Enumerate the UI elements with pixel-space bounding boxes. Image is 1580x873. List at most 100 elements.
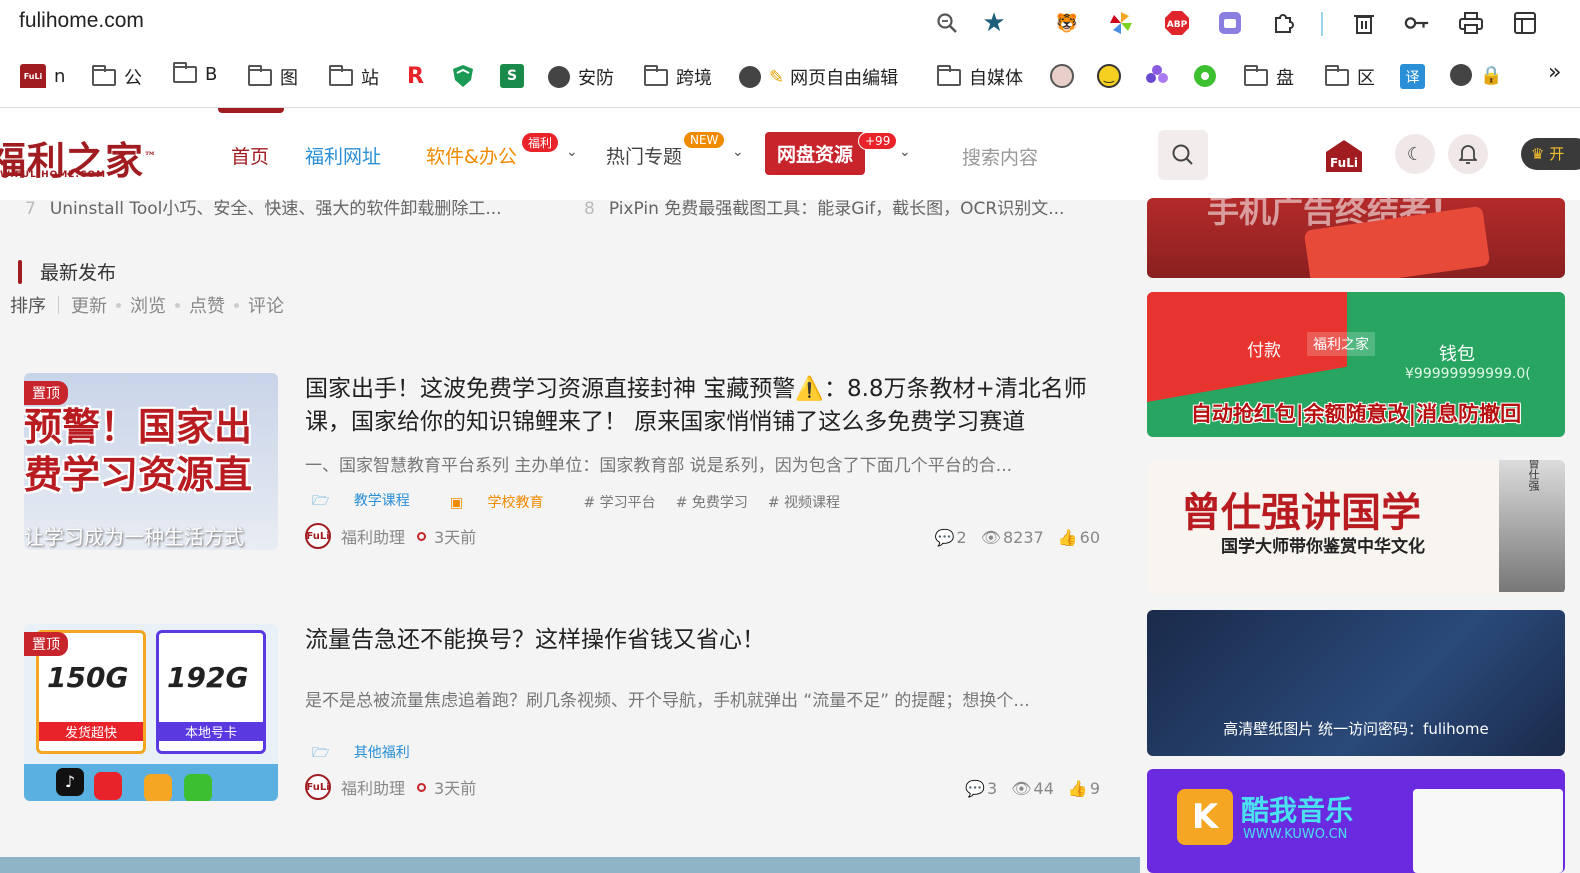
bookmark-folder-kuajing[interactable]: 跨境: [644, 64, 712, 90]
ad-banner-1[interactable]: 手机广告终结者!: [1147, 198, 1565, 278]
bookmarks-more-button[interactable]: »: [1548, 60, 1561, 85]
sort-updated[interactable]: 更新: [71, 292, 107, 318]
bookmark-label: 自媒体: [969, 68, 1023, 89]
layout-icon[interactable]: [1512, 10, 1538, 36]
post-thumbnail[interactable]: 预警！国家出 费学习资源直 让学习成为一种生活方式 置顶: [24, 373, 278, 550]
bookmark-smiley-icon[interactable]: ‿: [1097, 64, 1121, 88]
post-excerpt: 是不是总被流量焦虑追着跑？刷几条视频、开个导航，手机就弹出 “流量不足” 的提醒…: [305, 691, 1030, 711]
tag-item[interactable]: # 学习平台: [584, 492, 656, 512]
tag-item[interactable]: # 免费学习: [676, 492, 748, 512]
nav-topics[interactable]: 热门专题: [606, 142, 682, 169]
ad-url: WWW.KUWO.CN: [1243, 827, 1348, 842]
ad-banner-2[interactable]: 付款 福利之家 钱包 ¥99999999999.0( 自动抢红包|余额随意改|消…: [1147, 292, 1565, 437]
post-title[interactable]: 国家出手！这波免费学习资源直接封神 宝藏预警⚠️：8.8万条教材+清北名师课，国…: [305, 373, 1105, 439]
tiger-extension-icon[interactable]: 🐯: [1054, 10, 1080, 36]
nav-netdisk[interactable]: 网盘资源: [765, 132, 866, 175]
globe-icon: [739, 66, 761, 88]
thumb-app-strip: ♪: [24, 764, 278, 801]
comment-icon: 💬: [965, 779, 986, 798]
thumbs-up-icon[interactable]: 👍: [1058, 528, 1078, 547]
pin-badge: 置顶: [24, 632, 68, 656]
sort-views[interactable]: 浏览: [130, 292, 166, 318]
post-excerpt: 一、国家智慧教育平台系列 主办单位：国家教育部 说是系列，因为包含了下面几个平台…: [305, 456, 1013, 476]
tag-item[interactable]: # 视频课程: [768, 492, 840, 512]
netdisk-badge: +99: [858, 132, 898, 150]
bookmark-r-icon[interactable]: R: [407, 64, 424, 89]
bookmark-translate-icon[interactable]: 译: [1400, 64, 1425, 89]
tag-category[interactable]: 🗁 其他福利: [312, 742, 430, 766]
nav-home[interactable]: 首页: [231, 142, 269, 169]
ad-caption: 高清壁纸图片 统一访问密码：fulihome: [1223, 720, 1489, 738]
bookmark-flower-icon[interactable]: [1193, 64, 1217, 88]
pencil-icon: ✎: [769, 66, 785, 88]
bookmark-avatar-icon[interactable]: [1050, 64, 1074, 88]
dark-mode-moon-icon[interactable]: ☾: [1395, 134, 1435, 174]
ad-banner-3[interactable]: 曾仕强讲国学 国学大师带你鉴赏中华文化 曾仕强: [1147, 460, 1565, 594]
chevron-down-icon[interactable]: ⌄: [566, 144, 578, 160]
globe-icon: [548, 66, 570, 88]
address-bar[interactable]: fulihome.com: [19, 9, 144, 33]
bookmark-folder-b[interactable]: B: [173, 62, 217, 85]
nav-fuli-urls[interactable]: 福利网址: [305, 142, 381, 169]
bookmark-globe-lock[interactable]: 🔒: [1450, 64, 1502, 86]
prev-list-item[interactable]: 7 Uninstall Tool小巧、安全、快速、强大的软件卸载删除工...: [25, 194, 502, 219]
post-thumbnail[interactable]: 150G 发货超快 192G 本地号卡 ♪ 置顶: [24, 624, 278, 801]
bookmark-folder-qu[interactable]: 区: [1325, 64, 1375, 90]
notification-bell-icon[interactable]: [1448, 134, 1488, 174]
print-icon[interactable]: [1458, 10, 1484, 36]
ad-pay-label: 付款: [1247, 341, 1281, 361]
bookmark-star-icon[interactable]: ★: [981, 8, 1007, 38]
sort-comments[interactable]: 评论: [248, 292, 284, 318]
author-avatar[interactable]: FuLi: [305, 523, 331, 549]
author-avatar[interactable]: FuLi: [305, 774, 331, 800]
bookmark-s-icon[interactable]: S: [500, 64, 524, 88]
bookmark-label: 盘: [1276, 68, 1294, 89]
user-avatar[interactable]: FuLi: [1324, 138, 1364, 174]
app-icon: [184, 774, 212, 801]
author-name[interactable]: 福利助理: [341, 524, 405, 548]
bookmark-web-editor[interactable]: ✎ 网页自由编辑: [739, 64, 898, 90]
ad-name: 曾仕强: [1527, 460, 1540, 491]
author-name[interactable]: 福利助理: [341, 775, 405, 799]
vip-button[interactable]: ♛ 开: [1521, 138, 1580, 170]
bookmark-fulihome[interactable]: FuLi n: [20, 64, 65, 88]
bookmark-folder-zimeiti[interactable]: 自媒体: [937, 64, 1023, 90]
ad-banner-4[interactable]: 高清壁纸图片 统一访问密码：fulihome: [1147, 610, 1565, 756]
adblock-icon[interactable]: ABP: [1164, 10, 1190, 36]
nav-software[interactable]: 软件&办公: [426, 142, 517, 169]
bookmark-label: 站: [361, 68, 379, 89]
chevron-down-icon[interactable]: ⌄: [899, 144, 911, 160]
ad-headline: 酷我音乐: [1241, 794, 1354, 827]
pinwheel-extension-icon[interactable]: [1108, 10, 1134, 36]
sort-likes[interactable]: 点赞: [189, 292, 225, 318]
ad-screenshot: [1413, 789, 1563, 873]
bookmark-shield-icon[interactable]: [452, 64, 474, 88]
post-stats: 💬 3 👁 44 👍 9: [951, 779, 1100, 798]
bookmark-folder-gong[interactable]: 公: [92, 64, 142, 90]
extensions-puzzle-icon[interactable]: [1271, 10, 1297, 36]
post-time: 3天前: [434, 528, 477, 547]
vip-label: 开: [1549, 145, 1565, 163]
bookmark-anfang[interactable]: 安防: [548, 64, 614, 90]
search-button[interactable]: [1158, 130, 1208, 180]
prev-list-item[interactable]: 8 PixPin 免费最强截图工具：能录Gif，截长图，OCR识别文...: [584, 194, 1064, 219]
zoom-icon[interactable]: [934, 10, 960, 36]
app-icon: [94, 772, 122, 800]
bookmark-label: 公: [124, 68, 142, 89]
post-title[interactable]: 流量告急还不能换号？这样操作省钱又省心！: [305, 624, 1105, 657]
ad-banner-5[interactable]: K 酷我音乐 WWW.KUWO.CN: [1147, 769, 1565, 873]
extension-app-icon[interactable]: [1217, 10, 1243, 36]
key-icon[interactable]: [1404, 10, 1430, 36]
trash-icon[interactable]: [1351, 10, 1377, 36]
chevron-down-icon[interactable]: ⌄: [732, 144, 744, 160]
bookmark-folder-pan[interactable]: 盘: [1244, 64, 1294, 90]
bookmark-triple-dot-icon[interactable]: [1145, 64, 1169, 84]
bookmark-folder-zhan[interactable]: 站: [329, 64, 379, 90]
bookmark-folder-tu[interactable]: 图: [248, 64, 298, 90]
crown-icon: ♛: [1531, 145, 1545, 163]
thumbs-up-icon[interactable]: 👍: [1068, 779, 1088, 798]
tag-category[interactable]: 🗁 教学课程: [312, 490, 430, 514]
search-input[interactable]: 搜索内容: [962, 143, 1038, 170]
page-footer-strip: [0, 857, 1140, 873]
tag-category[interactable]: ▣ 学校教育: [450, 492, 564, 512]
